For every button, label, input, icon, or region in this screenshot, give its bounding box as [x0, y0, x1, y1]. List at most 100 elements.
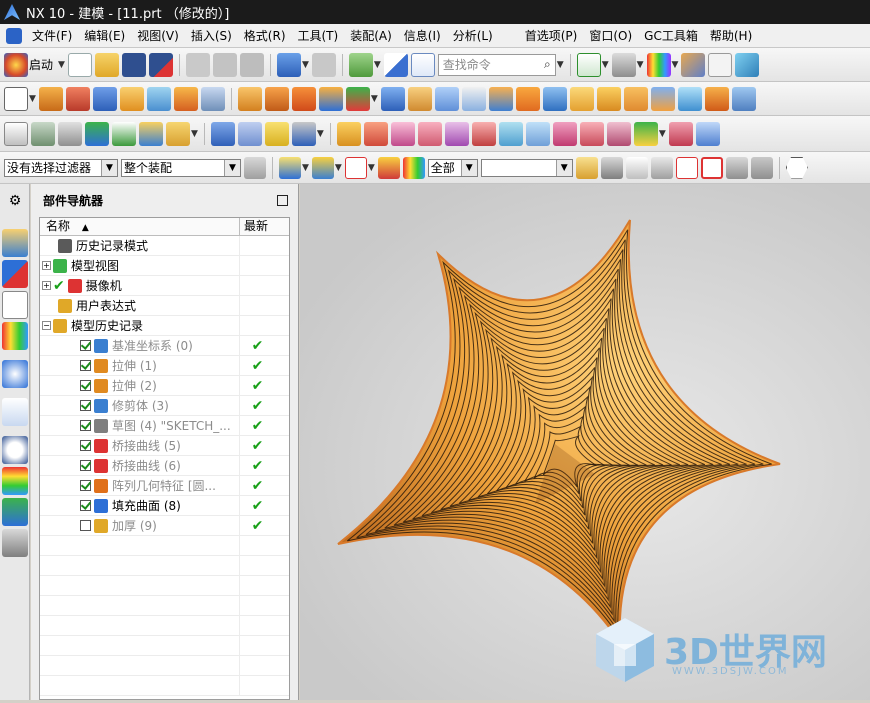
- extend-surface-icon[interactable]: [579, 121, 604, 146]
- edge-blend-icon[interactable]: [407, 86, 432, 111]
- assembly-navigator-icon[interactable]: [2, 229, 28, 257]
- part-navigator-icon[interactable]: [2, 291, 28, 319]
- repeat-command-icon[interactable]: [348, 52, 373, 77]
- hammer-icon[interactable]: [112, 121, 136, 146]
- row-name-cell[interactable]: 用户表达式: [40, 295, 240, 316]
- selection-scope-select[interactable]: 整个装配 ▼: [121, 158, 241, 177]
- grid-snap-icon[interactable]: [700, 156, 723, 179]
- reuse-library-icon[interactable]: [2, 322, 28, 350]
- expand-icon[interactable]: +: [42, 281, 51, 290]
- color-filter-icon[interactable]: [402, 156, 425, 179]
- history-icon[interactable]: [2, 398, 28, 426]
- start-icon[interactable]: [4, 52, 28, 77]
- view-orient-icon[interactable]: [681, 52, 706, 77]
- type-filter-chevron-down-icon[interactable]: ▼: [101, 159, 117, 176]
- shaded-view-icon[interactable]: [708, 52, 733, 77]
- row-name-cell[interactable]: 拉伸 (2): [40, 375, 240, 396]
- menu-file[interactable]: 文件(F): [26, 27, 78, 44]
- feature-checkbox[interactable]: [80, 460, 91, 471]
- graphics-viewport[interactable]: 3D世界网 WWW.3DSJW.COM: [300, 184, 870, 700]
- clock-icon[interactable]: [2, 436, 28, 464]
- save-as-icon[interactable]: [148, 52, 173, 77]
- blank-filter-chevron-down-icon[interactable]: ▼: [555, 159, 572, 176]
- feature-checkbox[interactable]: [80, 360, 91, 371]
- swept-icon[interactable]: [471, 121, 496, 146]
- pad-icon[interactable]: [173, 86, 198, 111]
- unite-icon[interactable]: [345, 86, 370, 111]
- menu-information[interactable]: 信息(I): [398, 27, 447, 44]
- update-icon[interactable]: [576, 52, 601, 77]
- row-name-cell[interactable]: 填充曲面 (8): [40, 495, 240, 516]
- feature-checkbox[interactable]: [80, 420, 91, 431]
- feature-checkbox[interactable]: [80, 340, 91, 351]
- menu-tools[interactable]: 工具(T): [292, 27, 345, 44]
- spring-icon[interactable]: [210, 121, 235, 146]
- styled-sweep-icon[interactable]: [444, 121, 469, 146]
- layer-filter-select[interactable]: 全部 ▼: [427, 158, 478, 177]
- window-layout-icon[interactable]: [383, 52, 408, 77]
- table-row[interactable]: 用户表达式: [40, 295, 289, 316]
- patch-icon[interactable]: [650, 86, 675, 111]
- table-row[interactable]: 加厚 (9) ✔: [40, 515, 289, 536]
- table-row[interactable]: 拉伸 (2) ✔: [40, 375, 289, 396]
- selection-scope-chevron-down-icon[interactable]: ▼: [224, 159, 240, 176]
- feature-checkbox[interactable]: [80, 500, 91, 511]
- start-button-label[interactable]: 启动: [29, 56, 53, 73]
- pencil-icon[interactable]: [575, 156, 598, 179]
- menu-format[interactable]: 格式(R): [238, 27, 292, 44]
- color-palette-icon[interactable]: [646, 52, 671, 77]
- collapse-icon[interactable]: −: [42, 321, 51, 330]
- visualization-icon[interactable]: [2, 467, 28, 495]
- scale-body-icon[interactable]: [569, 86, 594, 111]
- feature-checkbox[interactable]: [80, 480, 91, 491]
- helix-icon[interactable]: [237, 121, 262, 146]
- offset-surface-icon[interactable]: [498, 121, 523, 146]
- table-row[interactable]: + ✔ 摄像机: [40, 275, 289, 296]
- note-icon[interactable]: [166, 121, 190, 146]
- trim-body-icon[interactable]: [488, 86, 513, 111]
- column-header-latest[interactable]: 最新: [240, 218, 289, 235]
- select-features-icon[interactable]: [279, 156, 301, 179]
- extrude-icon[interactable]: [38, 86, 63, 111]
- row-name-cell[interactable]: − 模型历史记录: [40, 315, 240, 336]
- paste-icon[interactable]: [239, 52, 264, 77]
- table-row[interactable]: 历史记录模式: [40, 235, 289, 256]
- trim-sheet-icon[interactable]: [606, 121, 631, 146]
- shell-icon[interactable]: [461, 86, 486, 111]
- select-edge-icon[interactable]: [600, 156, 623, 179]
- crosshair-icon[interactable]: [625, 156, 648, 179]
- part-navigator-tree[interactable]: 名称 ▲ 最新 历史记录模式 + 模型视图 + ✔ 摄像机 用户表达式 − 模型历史记录 基准坐标…: [39, 217, 290, 700]
- menu-edit[interactable]: 编辑(E): [78, 27, 131, 44]
- start-dropdown-icon[interactable]: ▼: [58, 60, 65, 70]
- revolve-icon[interactable]: [65, 86, 90, 111]
- menu-insert[interactable]: 插入(S): [185, 27, 238, 44]
- feature-checkbox[interactable]: [80, 520, 91, 531]
- row-name-cell[interactable]: 加厚 (9): [40, 515, 240, 536]
- expand-icon[interactable]: +: [42, 261, 51, 270]
- washer-icon[interactable]: [264, 121, 289, 146]
- menu-help[interactable]: 帮助(H): [704, 27, 758, 44]
- array-icon[interactable]: [264, 86, 289, 111]
- point-icon[interactable]: [4, 121, 28, 146]
- search-icon[interactable]: ⌕: [544, 57, 551, 72]
- feature-checkbox[interactable]: [80, 440, 91, 451]
- menu-preferences[interactable]: 首选项(P): [519, 27, 584, 44]
- snap-point-icon[interactable]: [344, 156, 367, 179]
- boss-icon[interactable]: [146, 86, 171, 111]
- menu-gc-toolbox[interactable]: GC工具箱: [638, 27, 704, 44]
- robot-icon[interactable]: [2, 529, 28, 557]
- analysis-icon[interactable]: [2, 498, 28, 526]
- sweep-icon[interactable]: [237, 86, 262, 111]
- blank-filter-select[interactable]: ▼: [480, 158, 573, 177]
- move-object-icon[interactable]: [85, 121, 109, 146]
- delete-feature-icon[interactable]: [291, 121, 316, 146]
- emboss-icon[interactable]: [731, 86, 756, 111]
- maximize-icon[interactable]: [277, 194, 288, 206]
- hexagon-icon[interactable]: [785, 156, 808, 179]
- internet-explorer-icon[interactable]: [2, 360, 28, 388]
- layers-icon[interactable]: [31, 121, 55, 146]
- settings-gear-icon[interactable]: ⚙: [2, 187, 28, 215]
- surface-analysis-icon[interactable]: [633, 121, 658, 146]
- surface-body[interactable]: [337, 219, 781, 646]
- curve-rule-icon[interactable]: [750, 156, 773, 179]
